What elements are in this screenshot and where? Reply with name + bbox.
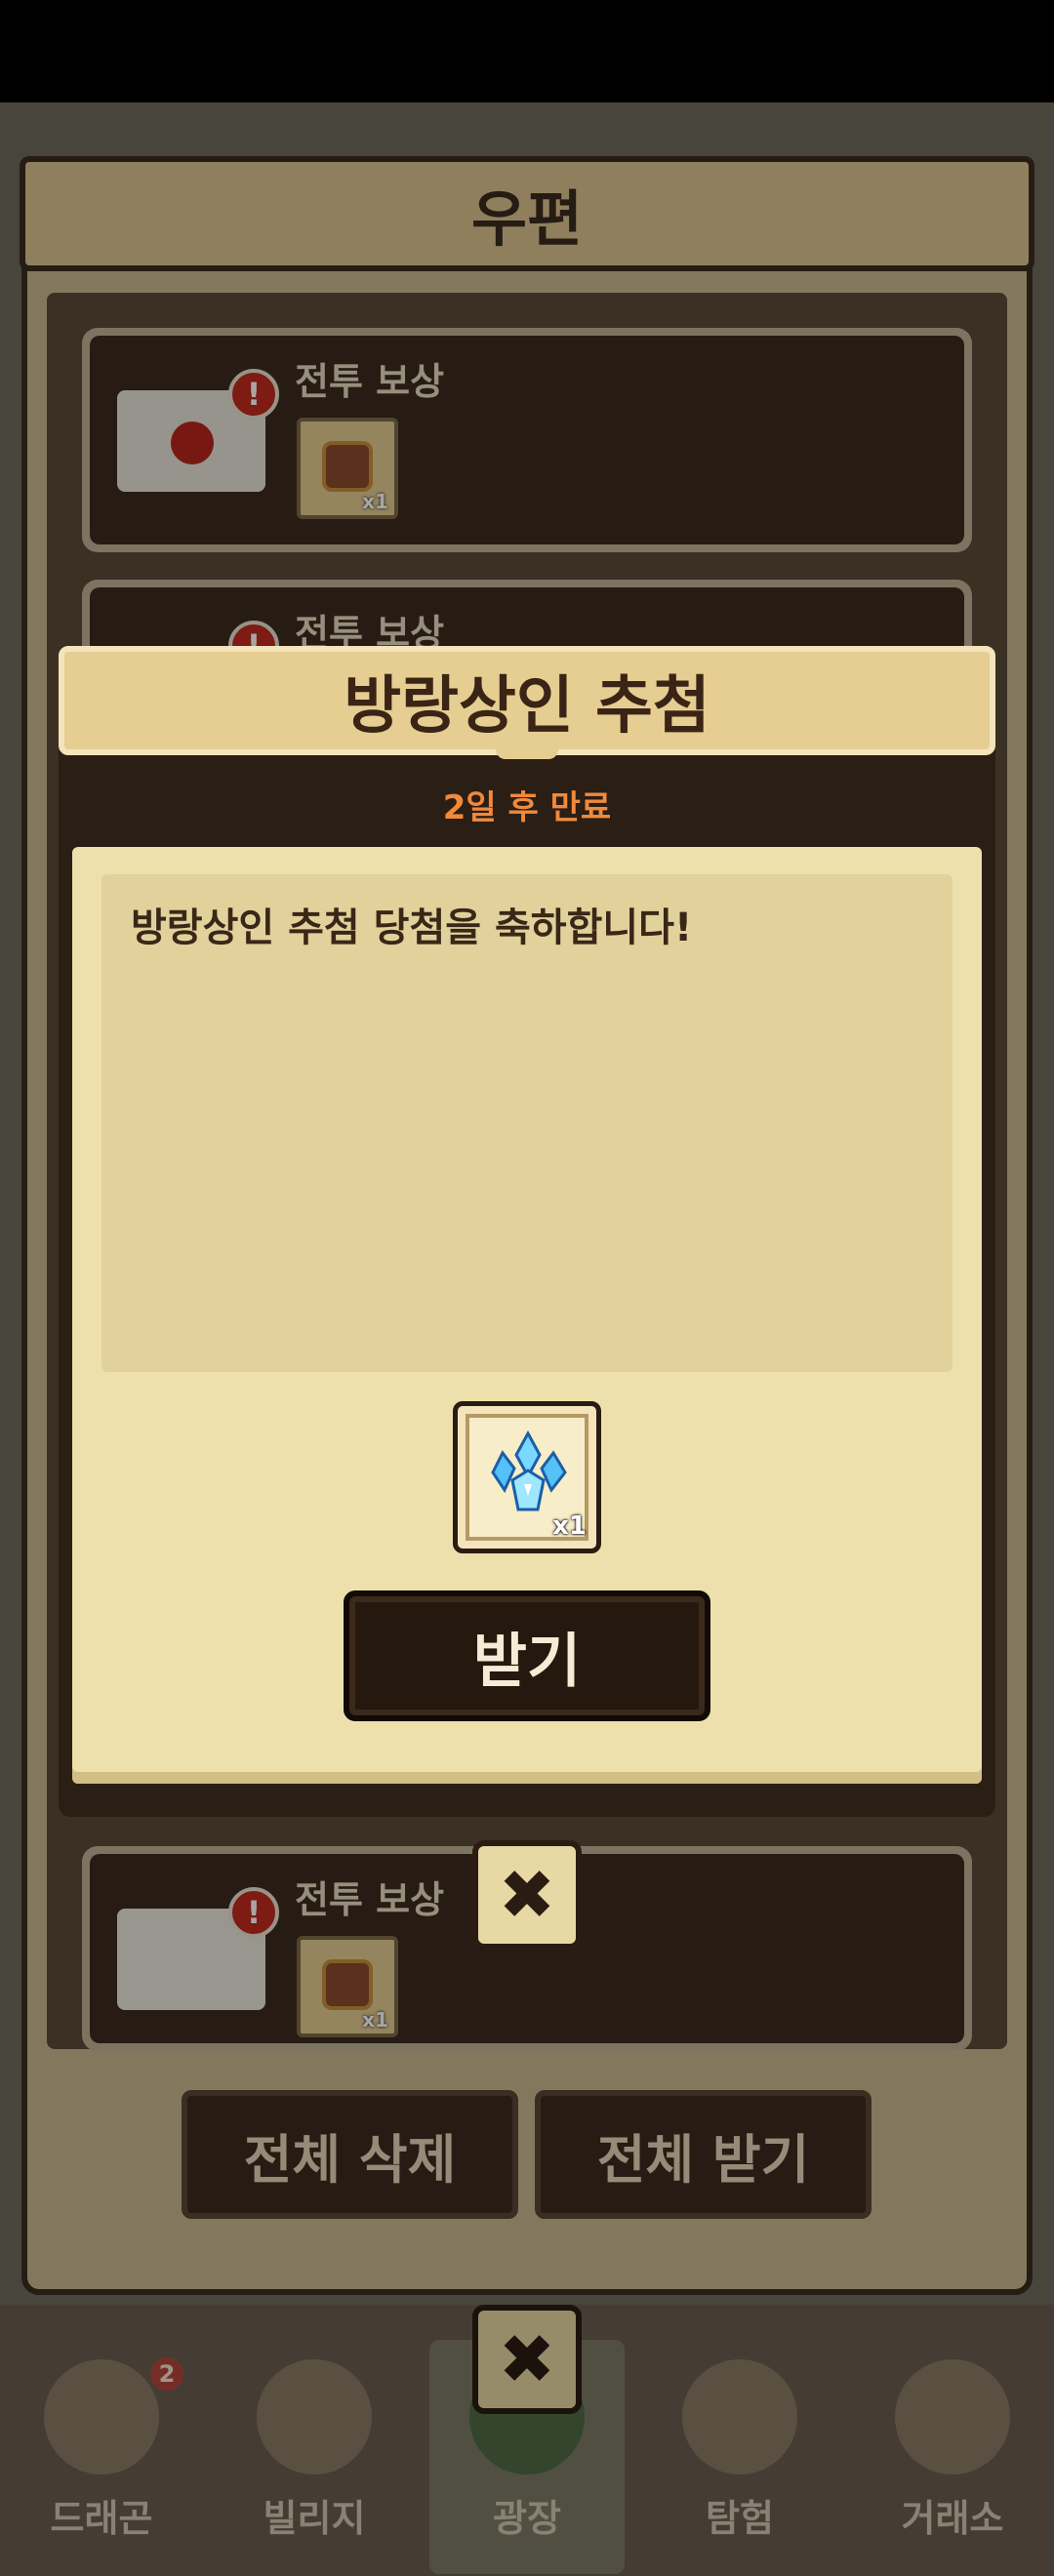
message-text: 방랑상인 추첨 당첨을 축하합니다! [131,906,693,950]
expiry-text: 2일 후 만료 [442,788,612,827]
header-notch [496,749,558,759]
reward-slot: x1 [453,1401,601,1553]
claim-button[interactable]: 받기 [344,1590,710,1721]
close-icon: ✖ [498,1855,556,1935]
crystal-icon [491,1429,567,1511]
dialog-title: 방랑상인 추첨 [59,646,995,755]
close-dialog-button[interactable]: ✖ [472,1840,582,1950]
reward-qty: x1 [552,1511,587,1541]
